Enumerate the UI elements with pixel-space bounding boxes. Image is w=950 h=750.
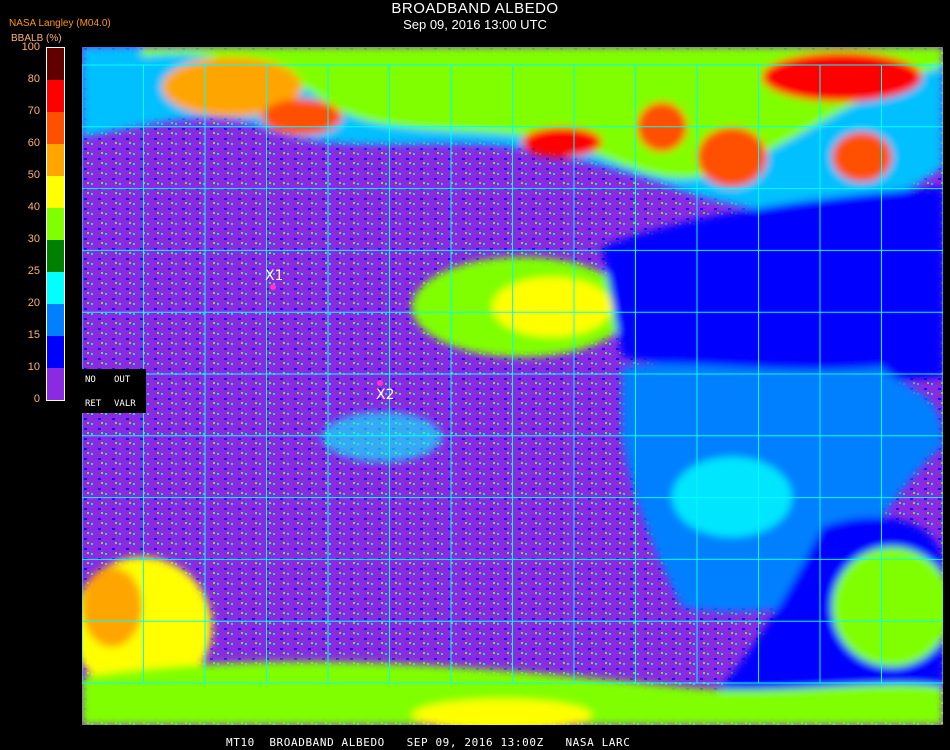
colorbar-swatch	[47, 208, 64, 240]
colorbar-swatch	[47, 144, 64, 176]
marker-x2-dot	[377, 380, 383, 386]
map-title: BROADBAND ALBEDO	[391, 0, 559, 17]
organization-label: NASA Langley (M04.0)	[9, 18, 111, 29]
colorbar-swatch	[47, 48, 64, 80]
colorbar-tick-label: 20	[27, 297, 40, 309]
map-timestamp: Sep 09, 2016 13:00 UTC	[403, 17, 547, 32]
colorbar-swatch	[47, 368, 64, 400]
colorbar-swatch	[47, 80, 64, 112]
marker-x2[interactable]: X2	[376, 387, 395, 403]
marker-x1[interactable]: X1	[265, 268, 284, 284]
colorbar	[46, 47, 65, 401]
colorbar-swatch	[47, 240, 64, 272]
colorbar-tick-label: 60	[27, 137, 40, 149]
status-ret: RET	[85, 399, 102, 409]
colorbar-swatch	[47, 272, 64, 304]
colorbar-tick-label: 10	[27, 361, 40, 373]
colorbar-tick-label: 40	[27, 201, 40, 213]
colorbar-tick-label: 100	[21, 41, 40, 53]
albedo-map	[82, 47, 943, 725]
status-no: NO	[85, 375, 96, 385]
colorbar-swatch	[47, 336, 64, 368]
status-box: NO OUT RET VALR	[82, 369, 146, 413]
colorbar-tick-label: 80	[27, 73, 40, 85]
colorbar-swatch	[47, 176, 64, 208]
colorbar-swatch	[47, 304, 64, 336]
colorbar-tick-label: 0	[33, 393, 40, 405]
colorbar-tick-label: 15	[27, 329, 40, 341]
colorbar-tick-label: 30	[27, 233, 40, 245]
colorbar-tick-label: 50	[27, 169, 40, 181]
footer-caption: MT10 BROADBAND ALBEDO SEP 09, 2016 13:00…	[226, 736, 631, 749]
marker-x1-dot	[270, 284, 276, 290]
status-out: OUT	[114, 375, 131, 385]
colorbar-tick-label: 70	[27, 105, 40, 117]
status-valr: VALR	[114, 399, 136, 409]
colorbar-swatch	[47, 112, 64, 144]
colorbar-tick-label: 25	[27, 265, 40, 277]
